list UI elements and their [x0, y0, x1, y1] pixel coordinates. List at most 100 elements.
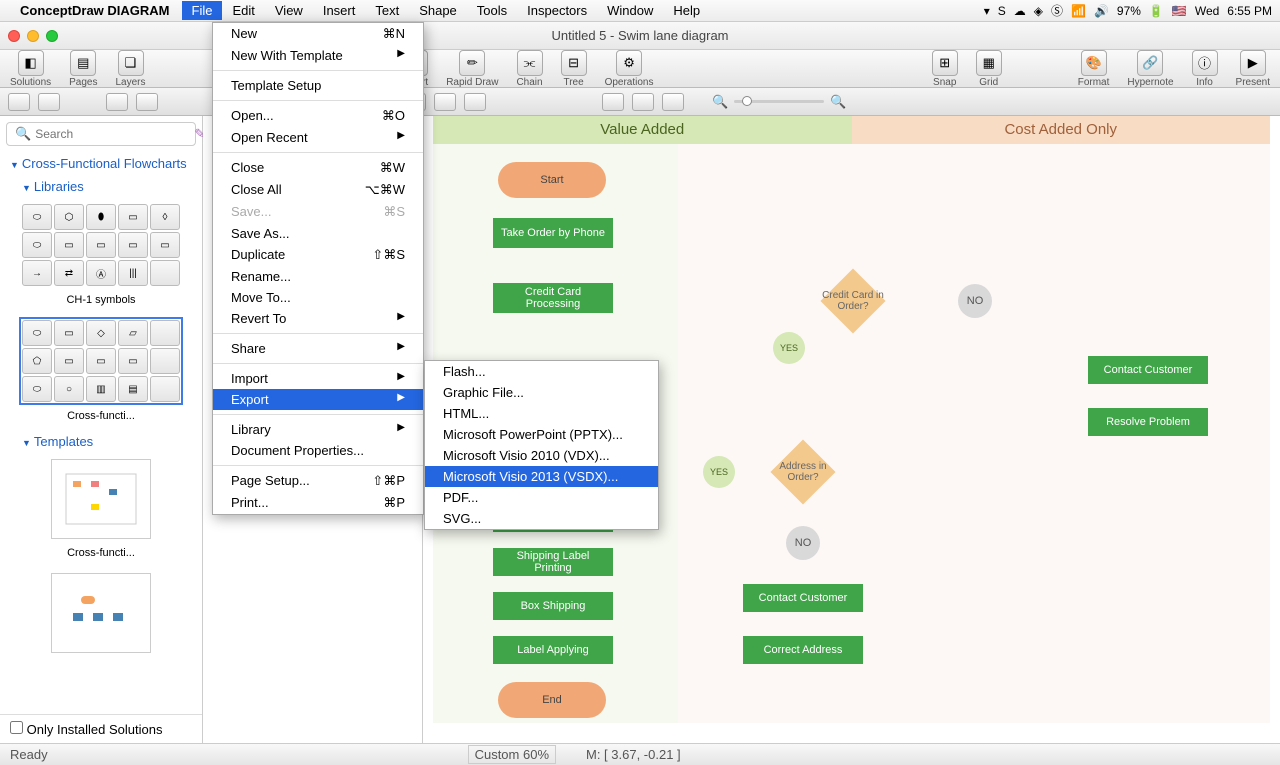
library-cross-functional[interactable]: ⬭▭◇▱ ⬠▭▭▭ ⬭○▥▤ — [22, 320, 180, 402]
arc-tool[interactable] — [434, 93, 456, 111]
file-menu-revert-to[interactable]: Revert To▶ — [213, 308, 423, 329]
zoom-window[interactable] — [46, 30, 58, 42]
file-menu-document-properties-[interactable]: Document Properties... — [213, 440, 423, 461]
hypernote-button[interactable]: 🔗 — [1137, 50, 1163, 76]
ellipse-tool[interactable] — [136, 93, 158, 111]
cloud-icon[interactable]: ☁ — [1014, 4, 1026, 18]
node-cc-decision[interactable]: Credit Card in Order? — [823, 271, 883, 331]
export-microsoft-visio-2013-vsdx-[interactable]: Microsoft Visio 2013 (VSDX)... — [425, 466, 658, 487]
menu-text[interactable]: Text — [365, 1, 409, 20]
app-name[interactable]: ConceptDraw DIAGRAM — [20, 3, 170, 18]
wifi-icon[interactable]: 📶 — [1071, 4, 1086, 18]
template-2[interactable] — [51, 573, 151, 653]
export-html-[interactable]: HTML... — [425, 403, 658, 424]
close-window[interactable] — [8, 30, 20, 42]
text-tool[interactable] — [464, 93, 486, 111]
node-start[interactable]: Start — [498, 162, 606, 198]
rapid-draw-button[interactable]: ✏ — [459, 50, 485, 76]
menu-window[interactable]: Window — [597, 1, 663, 20]
skype-icon[interactable]: Ⓢ — [1051, 2, 1063, 19]
file-menu-library[interactable]: Library▶ — [213, 419, 423, 440]
templates-header[interactable]: ▼Templates — [0, 430, 202, 453]
pointer-tool[interactable] — [8, 93, 30, 111]
pan-tool[interactable] — [632, 93, 654, 111]
solutions-button[interactable]: ◧ — [18, 50, 44, 76]
node-label-applying[interactable]: Label Applying — [493, 636, 613, 664]
node-end[interactable]: End — [498, 682, 606, 718]
file-menu-new-with-template[interactable]: New With Template▶ — [213, 45, 423, 66]
eyedropper-tool[interactable] — [662, 93, 684, 111]
rect-tool[interactable] — [106, 93, 128, 111]
file-menu-open-[interactable]: Open...⌘O — [213, 105, 423, 127]
export-microsoft-visio-2010-vdx-[interactable]: Microsoft Visio 2010 (VDX)... — [425, 445, 658, 466]
present-button[interactable]: ▶ — [1240, 50, 1266, 76]
file-menu-move-to-[interactable]: Move To... — [213, 287, 423, 308]
export-microsoft-powerpoint-pptx-[interactable]: Microsoft PowerPoint (PPTX)... — [425, 424, 658, 445]
node-contact-customer[interactable]: Contact Customer — [1088, 356, 1208, 384]
zoom-out-icon[interactable]: 🔍 — [712, 94, 728, 110]
zoom-select[interactable]: Custom 60% — [468, 745, 556, 764]
snap-button[interactable]: ⊞ — [932, 50, 958, 76]
export-svg-[interactable]: SVG... — [425, 508, 658, 529]
file-menu-close[interactable]: Close⌘W — [213, 157, 423, 179]
node-cc-processing[interactable]: Credit Card Processing — [493, 283, 613, 313]
file-menu-open-recent[interactable]: Open Recent▶ — [213, 127, 423, 148]
file-menu-save-[interactable]: Save...⌘S — [213, 201, 423, 223]
minimize-window[interactable] — [27, 30, 39, 42]
file-menu-save-as-[interactable]: Save As... — [213, 223, 423, 244]
node-take-order[interactable]: Take Order by Phone — [493, 218, 613, 248]
search-input[interactable] — [35, 127, 190, 141]
menu-edit[interactable]: Edit — [222, 1, 264, 20]
file-menu-template-setup[interactable]: Template Setup — [213, 75, 423, 96]
template-1[interactable] — [51, 459, 151, 539]
zoom-slider[interactable]: 🔍 🔍 — [712, 94, 846, 110]
layers-button[interactable]: ❏ — [118, 50, 144, 76]
node-no-2[interactable]: NO — [786, 526, 820, 560]
export-graphic-file-[interactable]: Graphic File... — [425, 382, 658, 403]
diamond-icon[interactable]: ◈ — [1034, 4, 1043, 18]
node-no-1[interactable]: NO — [958, 284, 992, 318]
menu-shape[interactable]: Shape — [409, 1, 467, 20]
node-yes-2[interactable]: YES — [703, 456, 735, 488]
zoom-in-icon[interactable] — [602, 93, 624, 111]
export-pdf-[interactable]: PDF... — [425, 487, 658, 508]
file-menu-export[interactable]: Export▶ — [213, 389, 423, 410]
file-menu-share[interactable]: Share▶ — [213, 338, 423, 359]
zoom-in-icon2[interactable]: 🔍 — [830, 94, 846, 110]
menu-tools[interactable]: Tools — [467, 1, 517, 20]
volume-icon[interactable]: 🔊 — [1094, 4, 1109, 18]
vlc-icon[interactable]: ▾ — [984, 4, 990, 18]
library-ch1[interactable]: ⬭⬡⬮▭◊ ⬭▭▭▭▭ →⇄Ⓐ||| — [22, 204, 180, 286]
file-menu-rename-[interactable]: Rename... — [213, 266, 423, 287]
menu-help[interactable]: Help — [663, 1, 710, 20]
export-flash-[interactable]: Flash... — [425, 361, 658, 382]
libraries-header[interactable]: ▼Libraries — [0, 175, 202, 198]
clock-time[interactable]: 6:55 PM — [1227, 4, 1272, 18]
battery-pct[interactable]: 97% — [1117, 4, 1141, 18]
node-correct-address[interactable]: Correct Address — [743, 636, 863, 664]
file-menu-new[interactable]: New⌘N — [213, 23, 423, 45]
clock-day[interactable]: Wed — [1195, 4, 1219, 18]
operations-button[interactable]: ⚙ — [616, 50, 642, 76]
select-tool[interactable] — [38, 93, 60, 111]
file-menu-page-setup-[interactable]: Page Setup...⇧⌘P — [213, 470, 423, 492]
file-menu-close-all[interactable]: Close All⌥⌘W — [213, 179, 423, 201]
node-address-decision[interactable]: Address in Order? — [773, 442, 833, 502]
menu-file[interactable]: File — [182, 1, 223, 20]
chain-button[interactable]: ⫘ — [517, 50, 543, 76]
pages-button[interactable]: ▤ — [70, 50, 96, 76]
tree-button[interactable]: ⊟ — [561, 50, 587, 76]
node-yes-1[interactable]: YES — [773, 332, 805, 364]
menu-view[interactable]: View — [265, 1, 313, 20]
node-box[interactable]: Box Shipping — [493, 592, 613, 620]
s-icon[interactable]: S — [998, 4, 1006, 18]
battery-icon[interactable]: 🔋 — [1149, 4, 1164, 18]
grid-button[interactable]: ▦ — [976, 50, 1002, 76]
node-resolve-problem[interactable]: Resolve Problem — [1088, 408, 1208, 436]
section-cross-functional[interactable]: ▼Cross-Functional Flowcharts — [0, 152, 202, 175]
menu-inspectors[interactable]: Inspectors — [517, 1, 597, 20]
flag-icon[interactable]: 🇺🇸 — [1172, 4, 1187, 18]
file-menu-duplicate[interactable]: Duplicate⇧⌘S — [213, 244, 423, 266]
info-button[interactable]: ⓘ — [1192, 50, 1218, 76]
file-menu-import[interactable]: Import▶ — [213, 368, 423, 389]
